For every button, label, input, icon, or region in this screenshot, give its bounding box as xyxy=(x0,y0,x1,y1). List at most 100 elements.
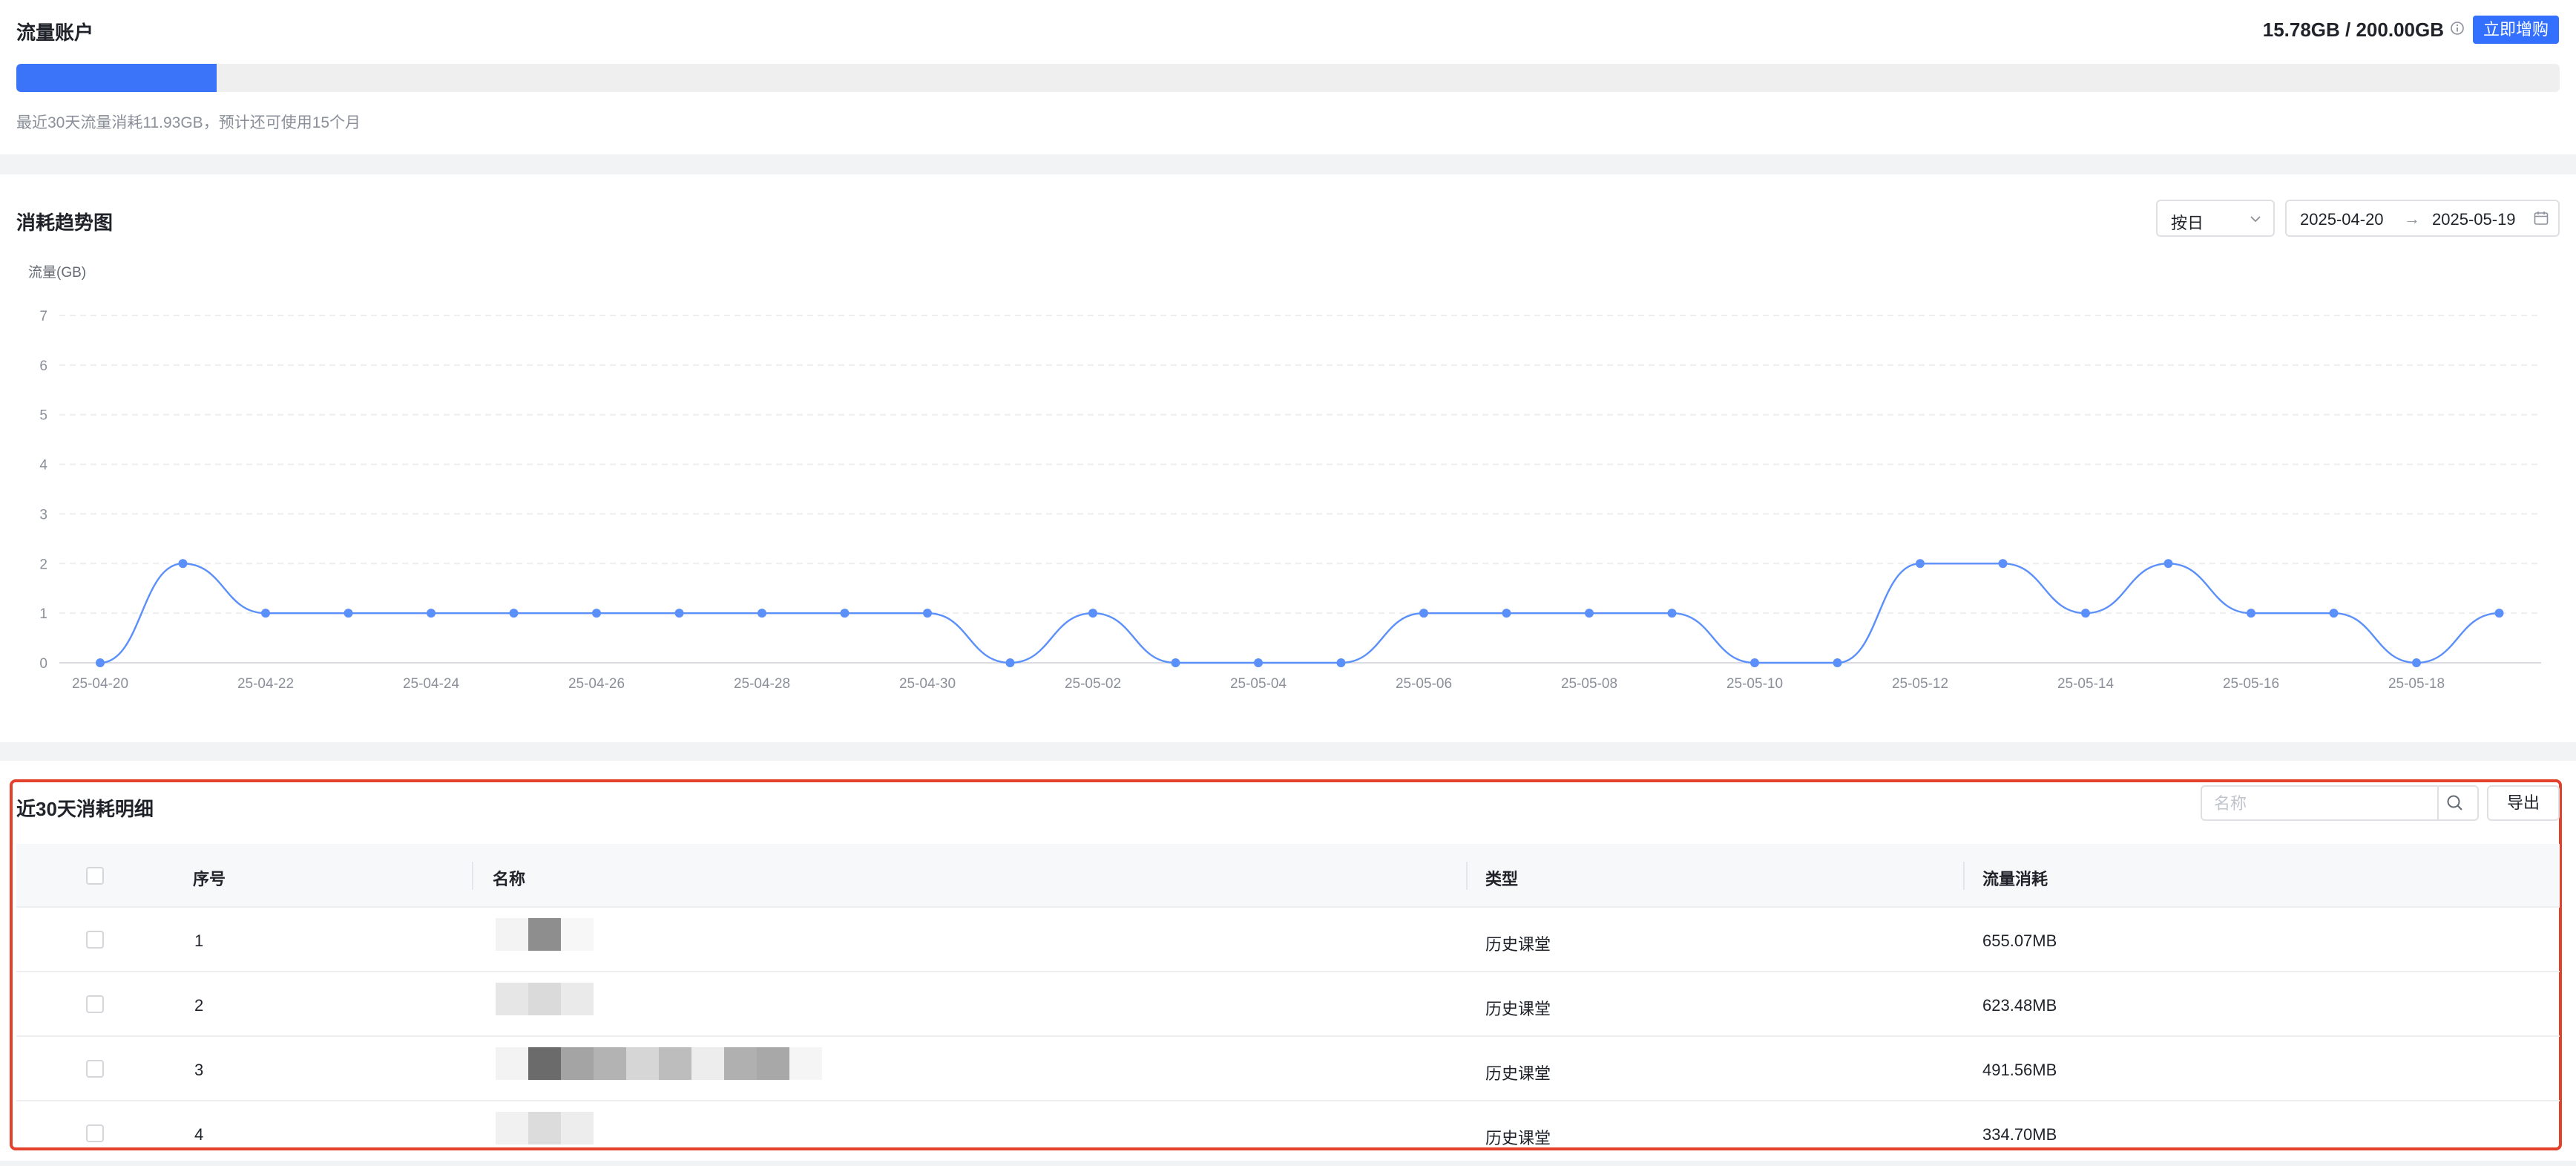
detail-title: 近30天消耗明细 xyxy=(16,798,154,820)
granularity-value: 按日 xyxy=(2171,214,2204,232)
column-divider xyxy=(1963,862,1965,890)
column-divider xyxy=(1466,862,1468,890)
row-checkbox[interactable] xyxy=(86,1124,104,1142)
data-point xyxy=(592,609,601,618)
data-point xyxy=(178,559,188,569)
data-point xyxy=(1916,559,1925,569)
table-header: 序号 名称 类型 流量消耗 xyxy=(16,844,2560,908)
data-point xyxy=(2247,609,2255,618)
data-point xyxy=(1998,559,2008,569)
data-point xyxy=(1254,658,1263,667)
data-point xyxy=(2163,559,2173,569)
export-button[interactable]: 导出 xyxy=(2487,785,2560,821)
y-tick-label: 7 xyxy=(39,309,47,324)
row-checkbox[interactable] xyxy=(86,1060,104,1078)
y-tick-label: 0 xyxy=(39,656,47,672)
y-tick-label: 6 xyxy=(39,358,47,374)
row-checkbox[interactable] xyxy=(86,931,104,949)
date-start[interactable]: 2025-04-20 xyxy=(2300,210,2384,229)
row-usage: 623.48MB xyxy=(1982,996,2057,1015)
search-button[interactable] xyxy=(2437,787,2477,819)
x-tick-label: 25-05-10 xyxy=(1726,676,1783,692)
quota-text: 15.78GB / 200.00GB xyxy=(2262,19,2444,41)
data-point xyxy=(1667,609,1677,618)
usage-progress-bar xyxy=(16,64,2560,92)
x-tick-label: 25-05-02 xyxy=(1065,676,1121,692)
data-point xyxy=(1088,609,1097,618)
data-point xyxy=(1336,658,1346,667)
select-all-checkbox[interactable] xyxy=(86,867,104,885)
data-point xyxy=(1502,609,1511,618)
data-point xyxy=(1750,658,1759,667)
data-point xyxy=(427,609,436,618)
column-header-index: 序号 xyxy=(193,870,226,888)
x-tick-label: 25-04-26 xyxy=(568,676,625,692)
data-point xyxy=(1585,609,1594,618)
row-type: 历史课堂 xyxy=(1485,1129,1551,1147)
x-tick-label: 25-05-14 xyxy=(2057,676,2114,692)
search-box xyxy=(2201,785,2479,821)
row-type: 历史课堂 xyxy=(1485,1000,1551,1018)
row-index: 4 xyxy=(194,1125,204,1144)
row-index: 3 xyxy=(194,1061,204,1079)
row-usage: 491.56MB xyxy=(1982,1061,2057,1079)
x-tick-label: 25-05-18 xyxy=(2388,676,2445,692)
data-point xyxy=(2412,658,2421,667)
x-tick-label: 25-05-06 xyxy=(1396,676,1452,692)
x-tick-label: 25-04-30 xyxy=(899,676,956,692)
data-point xyxy=(1171,658,1180,667)
search-input[interactable] xyxy=(2202,787,2445,821)
account-title: 流量账户 xyxy=(16,22,94,44)
info-icon[interactable] xyxy=(2450,21,2465,36)
x-tick-label: 25-04-24 xyxy=(403,676,459,692)
data-point xyxy=(1419,609,1428,618)
data-point xyxy=(2081,609,2090,618)
date-range-arrow: → xyxy=(2404,209,2420,228)
data-point xyxy=(1005,658,1015,667)
buy-more-button[interactable]: 立即增购 xyxy=(2472,16,2559,44)
y-axis-label: 流量(GB) xyxy=(28,264,86,281)
data-point xyxy=(509,609,519,618)
column-header-name: 名称 xyxy=(493,870,526,888)
data-point xyxy=(758,609,766,618)
trend-chart: 流量(GB) 0 1 2 3 4 5 6 7 25-04-20 25-04-22 25-04-24 25… xyxy=(28,264,2541,692)
account-card: 流量账户 15.78GB / 200.00GB 立即增购 最近30天流量消耗11… xyxy=(0,0,2576,154)
table-row[interactable]: 3 历史课堂 491.56MB xyxy=(16,1037,2560,1101)
usage-progress-fill xyxy=(16,64,217,92)
row-usage: 334.70MB xyxy=(1982,1125,2057,1144)
date-end[interactable]: 2025-05-19 xyxy=(2432,210,2516,229)
x-tick-label: 25-05-04 xyxy=(1230,676,1287,692)
date-range-picker[interactable]: 2025-04-20 → 2025-05-19 xyxy=(2285,200,2560,237)
y-tick-label: 3 xyxy=(39,507,47,523)
data-point xyxy=(923,609,932,618)
column-divider xyxy=(472,862,473,890)
granularity-select[interactable]: 按日 xyxy=(2156,200,2275,237)
trend-title: 消耗趋势图 xyxy=(16,212,114,234)
row-index: 1 xyxy=(194,931,204,950)
redacted-name xyxy=(496,1047,822,1080)
column-header-usage: 流量消耗 xyxy=(1982,870,2048,888)
row-index: 2 xyxy=(194,996,204,1015)
x-tick-label: 25-05-12 xyxy=(1892,676,1948,692)
redacted-name xyxy=(496,983,594,1015)
chevron-down-icon xyxy=(2250,216,2261,223)
x-tick-label: 25-04-22 xyxy=(237,676,294,692)
calendar-icon xyxy=(2534,212,2549,225)
row-checkbox[interactable] xyxy=(86,995,104,1013)
detail-card: 近30天消耗明细 导出 序号 名称 类型 流量消耗 1 历史课堂 655.07M… xyxy=(0,761,2576,1161)
search-icon xyxy=(2447,795,2462,810)
y-tick-label: 2 xyxy=(39,557,47,572)
y-tick-label: 1 xyxy=(39,606,47,622)
data-point xyxy=(344,609,353,618)
table-row[interactable]: 4 历史课堂 334.70MB xyxy=(16,1101,2560,1166)
table-row[interactable]: 1 历史课堂 655.07MB xyxy=(16,908,2560,972)
row-type: 历史课堂 xyxy=(1485,935,1551,954)
redacted-name xyxy=(496,1112,594,1144)
x-tick-label: 25-05-08 xyxy=(1561,676,1617,692)
data-point xyxy=(96,658,105,667)
redacted-name xyxy=(496,918,594,951)
table-row[interactable]: 2 历史课堂 623.48MB xyxy=(16,972,2560,1037)
data-point xyxy=(1833,658,1842,667)
data-point xyxy=(674,609,684,618)
column-header-type: 类型 xyxy=(1485,870,1519,888)
